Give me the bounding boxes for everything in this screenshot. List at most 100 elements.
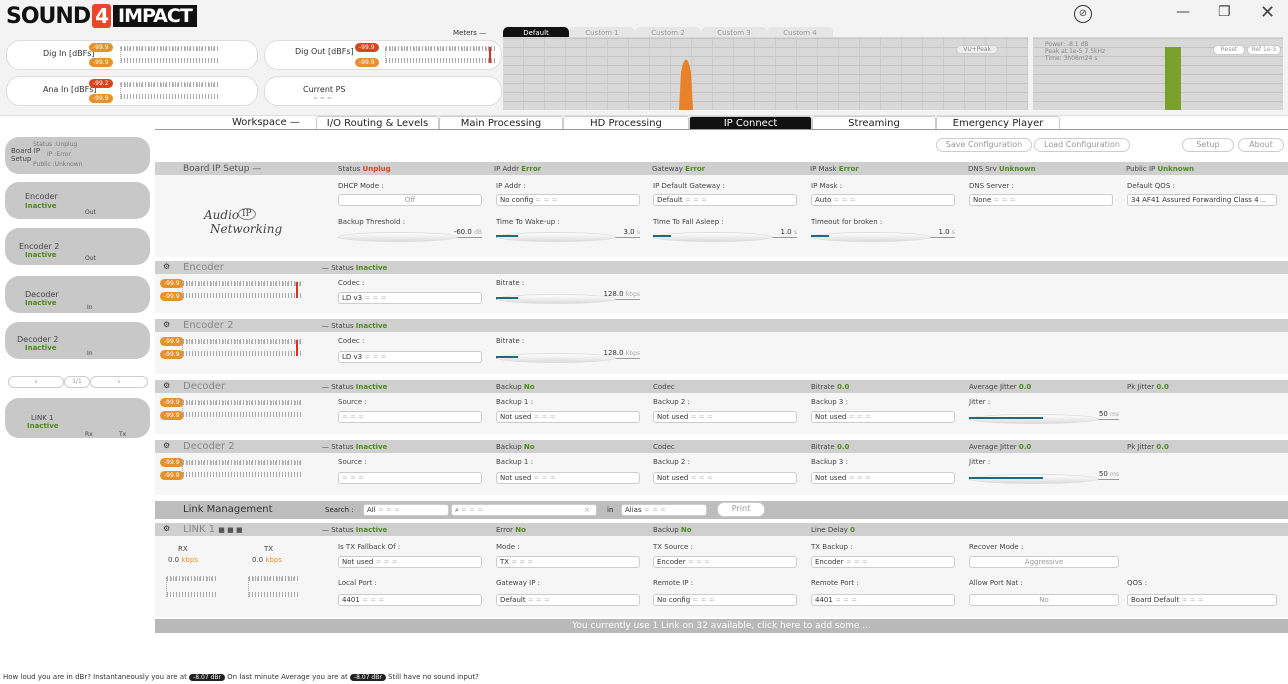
ip-mask-field[interactable]: Auto = = = [811,194,955,206]
encoder-2-codec-select[interactable]: LD v3 = = = [338,351,482,363]
sidebar-item-encoder-2[interactable]: Encoder 2 Inactive Out [5,228,150,265]
mode-select[interactable]: TX = = = [496,556,640,568]
decoder-2-backup-2-select[interactable]: Not used = = = [653,472,797,484]
encoder-2-bitrate-slider[interactable]: 128.0 kbps [496,349,640,363]
default-gateway-field[interactable]: Default = = = [653,194,797,206]
sidebar-item-board-ip-setup[interactable]: Board IP Setup Status :Unplug IP :Error … [5,137,150,174]
local-port-field[interactable]: 4401 = = = [338,594,482,606]
tab-hd-processing[interactable]: HD Processing [563,116,689,129]
sidebar-item-decoder[interactable]: Decoder Inactive In [5,276,150,313]
fall-asleep-slider[interactable]: 1.0 s [653,228,797,242]
minimize-icon[interactable]: — [1176,4,1190,20]
board-ip-setup-section [155,162,1288,257]
fallback-select[interactable]: Not used = = = [338,556,482,568]
save-configuration-button[interactable]: Save Configuration [936,138,1032,152]
remote-port-field[interactable]: 4401 = = = [811,594,955,606]
decoder-gear-icon[interactable]: ⚙ [163,381,170,390]
clear-search-icon[interactable]: × [584,505,590,515]
link-1-gear-icon[interactable]: ⚙ [163,524,170,533]
board-public-ip: Public IP Unknown [1126,165,1195,173]
sidebar-item-decoder-2[interactable]: Decoder 2 Inactive In [5,322,150,359]
decoder-backup-1-select[interactable]: Not used = = = [496,411,640,423]
tx-meter [248,576,300,597]
encoder-bitrate-label: Bitrate : [496,279,525,287]
remote-ip-field[interactable]: No config = = = [653,594,797,606]
pager-prev-button[interactable]: ‹ [8,376,64,388]
decoder-pk-jitter: Pk Jitter 0.0 [1127,383,1169,391]
broken-timeout-slider[interactable]: 1.0 s [811,228,955,242]
recover-mode-toggle[interactable]: Aggressive [969,556,1119,568]
link-management-header: Link Management Search : All = = = ⌕ = =… [155,501,1288,519]
decoder-jitter-slider[interactable]: 50 ms [969,410,1119,424]
tab-streaming[interactable]: Streaming [812,116,936,129]
tab-emergency-player[interactable]: Emergency Player [936,116,1060,129]
dhcp-mode-toggle[interactable]: Off [338,194,482,206]
wake-up-slider[interactable]: 3.0 s [496,228,640,242]
status-help-link[interactable]: Still have no sound input? [388,673,479,681]
search-in-select[interactable]: Alias = = = [621,504,707,516]
decoder-2-avg-jitter: Average Jitter 0.0 [969,443,1032,451]
decoder-backup-3-label: Backup 3 : [811,398,848,406]
tx-source-select[interactable]: Encoder = = = [653,556,797,568]
print-button[interactable]: Print [717,502,765,517]
load-configuration-button[interactable]: Load Configuration [1034,138,1130,152]
ana-in-meter [120,82,220,99]
encoder-2-gear-icon[interactable]: ⚙ [163,320,170,329]
search-icon: ⌕ [455,506,459,514]
decoder-2-jitter-label: Jitter : [969,458,991,466]
tab-ip-connect[interactable]: IP Connect [689,116,812,129]
port-nat-toggle[interactable]: No [969,594,1119,606]
rx-label: RX [178,545,188,553]
sidebar-item-link-1[interactable]: LINK 1 Inactive Rx Tx [5,398,150,438]
decoder-status: — Status Inactive [322,383,388,391]
sidebar-item-encoder[interactable]: Encoder Inactive Out [5,182,150,219]
encoder-gear-icon[interactable]: ⚙ [163,262,170,271]
status-average-value: -8.07 dBr [349,674,386,681]
maximize-icon[interactable]: ❐ [1218,4,1231,20]
scope-info: Power: -8.1 dB Peak at 1e-5 7.5kHz Time: 3… [1045,41,1106,62]
decoder-2-level-meter: -99.9 -99.9 [160,458,308,482]
about-button[interactable]: About [1238,138,1284,152]
board-title[interactable]: Board IP Setup — [183,164,261,174]
tab-io-routing[interactable]: I/O Routing & Levels [316,116,439,129]
scope-ref-button[interactable]: Ref 1e-5 [1247,45,1281,55]
dig-in-label: Dig In [dBFs] [43,49,95,58]
ip-addr-field[interactable]: No config = = = [496,194,640,206]
pager-page: 1/1 [64,376,90,388]
vu-peak-button[interactable]: VU+Peak [956,45,998,54]
pager-next-button[interactable]: › [90,376,148,388]
backup-threshold-label: Backup Threshold : [338,218,405,226]
decoder-2-backup-3-select[interactable]: Not used = = = [811,472,955,484]
setup-button[interactable]: Setup [1182,138,1234,152]
search-input[interactable]: ⌕ = = = × [451,504,597,516]
decoder-backup-2-select[interactable]: Not used = = = [653,411,797,423]
decoder-2-backup-3-label: Backup 3 : [811,458,848,466]
tab-main-processing[interactable]: Main Processing [439,116,563,129]
tx-backup-select[interactable]: Encoder = = = [811,556,955,568]
decoder-2-gear-icon[interactable]: ⚙ [163,441,170,450]
default-qos-select[interactable]: 34 AF41 Assured Forwarding Class 4 .. [1127,194,1277,206]
add-link-bar[interactable]: You currently use 1 Link on 32 available… [155,619,1288,633]
decoder-jitter-label: Jitter : [969,398,991,406]
decoder-2-backup-1-select[interactable]: Not used = = = [496,472,640,484]
encoder-codec-select[interactable]: LD v3 = = = [338,292,482,304]
decoder-2-jitter-slider[interactable]: 50 ms [969,470,1119,484]
current-ps-value: = = = [313,95,332,102]
backup-threshold-slider[interactable]: -60.0 dB [338,228,482,242]
search-scope-select[interactable]: All = = = [363,504,449,516]
dig-in-value-r: -99.9 [89,58,113,67]
decoder-source-select[interactable]: = = = [338,411,482,423]
encoder-bitrate-slider[interactable]: 128.0 kbps [496,290,640,304]
scope-reset-button[interactable]: Reset [1213,45,1245,55]
link-qos-select[interactable]: Board Default = = = [1127,594,1277,606]
mute-icon[interactable]: ⊘ [1074,5,1092,23]
decoder-backup-3-select[interactable]: Not used = = = [811,411,955,423]
current-ps-box: Current PS = = = [264,76,502,106]
dns-server-field[interactable]: None = = = [969,194,1113,206]
close-icon[interactable]: ✕ [1260,2,1275,23]
status-text-b: On last minute Average you are at [227,673,348,681]
decoder-2-source-select[interactable]: = = = [338,472,482,484]
decoder-2-title: Decoder 2 [183,441,235,452]
encoder-2-level-meter: -99.9 -99.9 [160,337,308,361]
gateway-ip-field[interactable]: Default = = = [496,594,640,606]
